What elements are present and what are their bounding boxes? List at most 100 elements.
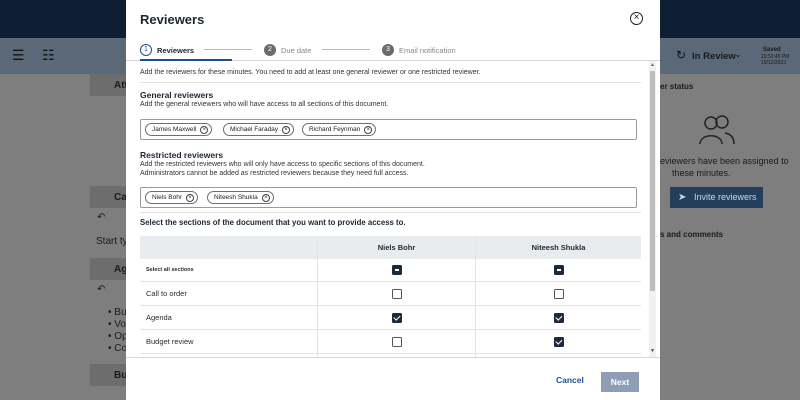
section-label: Ca <box>114 192 127 203</box>
restricted-reviewers-note: Administrators cannot be added as restri… <box>140 170 409 177</box>
column-header-niels-bohr: Niels Bohr <box>318 236 476 259</box>
section-label: Agenda <box>140 306 318 329</box>
section-checkbox[interactable] <box>391 288 402 299</box>
cancel-button[interactable]: Cancel <box>556 375 584 385</box>
people-icon <box>699 115 735 145</box>
step-number: 3 <box>382 44 394 56</box>
modal-footer: Cancel Next <box>126 357 660 400</box>
checkbox-cell <box>318 282 476 305</box>
reviewer-chip: James Maxwell × <box>145 123 213 136</box>
remove-chip-icon[interactable]: × <box>200 125 209 134</box>
step-number: 2 <box>264 44 276 56</box>
step-number: 1 <box>140 44 152 56</box>
checkbox-cell <box>318 306 476 329</box>
step-connector <box>322 49 370 50</box>
sections-title: Select the sections of the document that… <box>140 218 406 227</box>
status-dropdown[interactable]: In Review <box>692 51 736 62</box>
bullet-item: • Co <box>108 343 128 354</box>
filter-list-icon[interactable]: ☷ <box>42 47 55 64</box>
modal-title: Reviewers <box>140 12 205 27</box>
left-editor-panel: Att Ca ↶ Start typ Ag ↶ • Bu • Vo • Op •… <box>0 74 133 400</box>
outline-menu-icon[interactable]: ☰ <box>12 47 25 64</box>
chip-label: James Maxwell <box>152 126 197 133</box>
reviewers-modal: Reviewers × 1 Reviewers 2 Due date 3 Ema… <box>126 0 660 400</box>
chip-label: Niteesh Shukla <box>214 194 258 201</box>
general-reviewers-title: General reviewers <box>140 90 214 100</box>
chip-label: Niels Bohr <box>152 194 182 201</box>
undo-icon[interactable]: ↶ <box>97 284 105 295</box>
undo-icon[interactable]: ↶ <box>97 212 105 223</box>
reviewer-chip: Michael Faraday × <box>223 123 295 136</box>
section-label: Budget review <box>140 330 318 353</box>
checkbox-cell <box>476 306 641 329</box>
stepper: 1 Reviewers 2 Due date 3 Email notificat… <box>126 40 660 61</box>
table-header: Niels Bohr Niteesh Shukla <box>140 236 641 259</box>
remove-chip-icon[interactable]: × <box>282 125 291 134</box>
scroll-up-arrow-icon[interactable]: ▲ <box>650 62 655 68</box>
reviewer-chip: Niteesh Shukla × <box>207 191 274 204</box>
reviewer-chip: Niels Bohr × <box>145 191 198 204</box>
general-reviewers-input[interactable]: James Maxwell × Michael Faraday × Richar… <box>140 119 637 140</box>
checkbox-cell <box>476 259 641 281</box>
general-reviewers-desc: Add the general reviewers who will have … <box>140 101 389 108</box>
reviewer-chip: Richard Feynman × <box>302 123 377 136</box>
select-all-checkbox-niels[interactable] <box>391 265 402 275</box>
step-connector <box>204 49 252 50</box>
intro-text: Add the reviewers for these minutes. You… <box>140 69 481 76</box>
modal-header: Reviewers × <box>126 0 660 38</box>
refresh-status-icon: ↻ <box>676 48 687 62</box>
step-label: Reviewers <box>157 45 195 55</box>
tasks-comments-title: s and comments <box>660 230 724 239</box>
remove-chip-icon[interactable]: × <box>261 193 270 202</box>
restricted-reviewers-title: Restricted reviewers <box>140 150 224 160</box>
restricted-reviewers-input[interactable]: Niels Bohr × Niteesh Shukla × <box>140 187 637 208</box>
section-checkbox[interactable] <box>553 312 564 323</box>
divider <box>140 82 641 83</box>
next-button[interactable]: Next <box>601 372 639 392</box>
empty-state-line1: eviewers have been assigned to <box>660 156 789 166</box>
step-email-notification[interactable]: 3 Email notification <box>382 43 456 57</box>
table-header-cell <box>140 236 318 259</box>
bullet-item: • Bu <box>108 307 127 318</box>
scroll-down-arrow-icon[interactable]: ▼ <box>650 348 655 354</box>
section-checkbox[interactable] <box>391 336 402 347</box>
select-all-label: Select all sections <box>140 259 318 281</box>
invite-reviewers-label: Invite reviewers <box>694 192 757 202</box>
checkbox-cell <box>318 330 476 353</box>
modal-body: Add the reviewers for these minutes. You… <box>126 61 660 357</box>
step-label: Due date <box>281 45 312 55</box>
reviewer-status-title: er status <box>660 82 694 91</box>
checkbox-cell <box>318 259 476 281</box>
chip-label: Richard Feynman <box>309 126 361 133</box>
chevron-down-icon[interactable]: ⌄ <box>734 49 742 60</box>
bullet-item: • Vo <box>108 319 126 330</box>
table-row: Agenda <box>140 306 641 330</box>
modal-scrollbar[interactable]: ▲ ▼ <box>649 61 656 357</box>
select-all-row: Select all sections <box>140 259 641 282</box>
saved-date: 10/12/2023 <box>761 60 787 66</box>
select-all-checkbox-niteesh[interactable] <box>553 265 564 275</box>
scrollbar-thumb[interactable] <box>650 71 655 291</box>
close-icon[interactable]: × <box>630 12 643 25</box>
step-label: Email notification <box>399 45 456 55</box>
send-icon: ➤ <box>678 192 687 203</box>
section-checkbox[interactable] <box>391 312 402 323</box>
table-row: Budget review <box>140 330 641 354</box>
column-header-niteesh-shukla: Niteesh Shukla <box>531 243 586 252</box>
step-due-date[interactable]: 2 Due date <box>264 43 311 57</box>
step-reviewers[interactable]: 1 Reviewers <box>140 43 194 57</box>
bullet-item: • Op <box>108 331 128 342</box>
remove-chip-icon[interactable]: × <box>364 125 373 134</box>
table-row: Call to order <box>140 282 641 306</box>
chip-label: Michael Faraday <box>230 126 279 133</box>
saved-label: Saved <box>763 47 781 53</box>
checkbox-cell <box>476 282 641 305</box>
empty-state-line2: these minutes. <box>672 168 731 178</box>
divider <box>140 212 641 213</box>
section-checkbox[interactable] <box>553 336 564 347</box>
section-checkbox[interactable] <box>553 288 564 299</box>
section-label: Call to order <box>140 282 318 305</box>
checkbox-cell <box>476 330 641 353</box>
remove-chip-icon[interactable]: × <box>185 193 194 202</box>
invite-reviewers-button[interactable]: ➤ Invite reviewers <box>670 187 763 208</box>
